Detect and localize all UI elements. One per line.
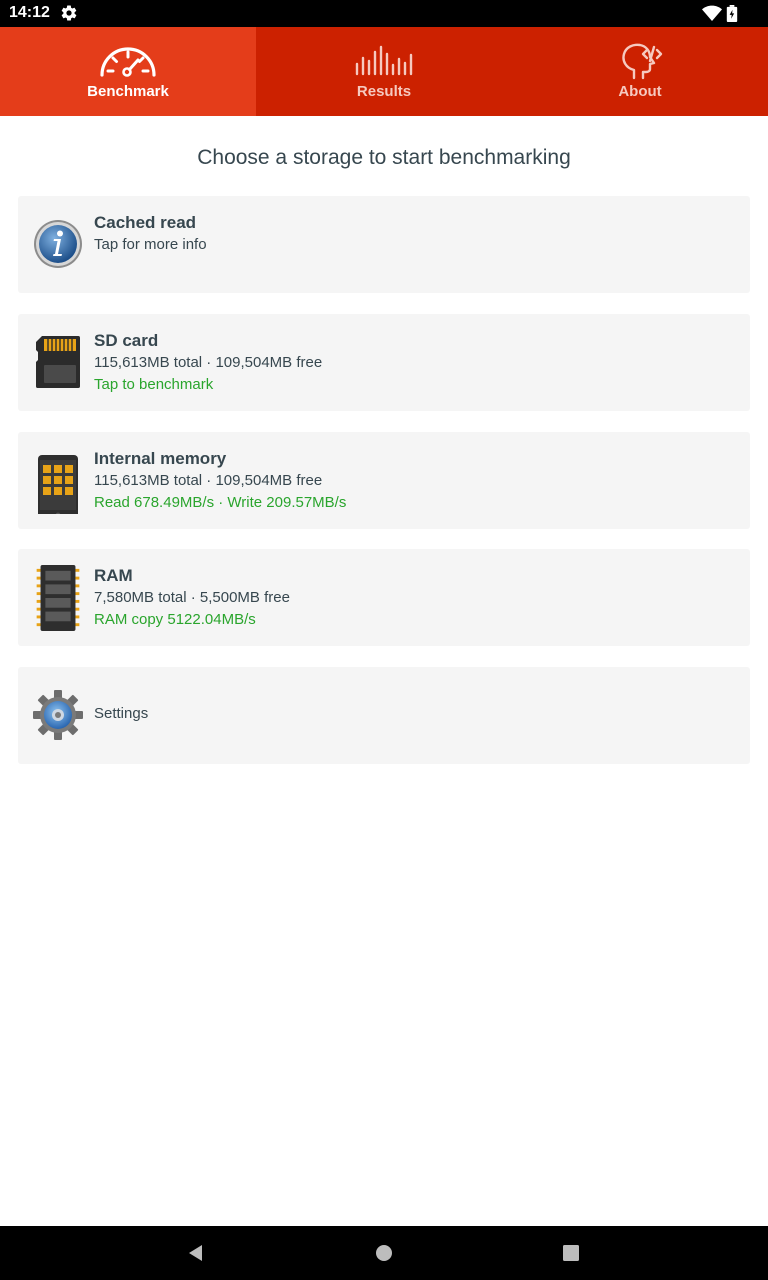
recents-icon (563, 1245, 579, 1261)
card-sd-card[interactable]: SD card 115,613MB total · 109,504MB free… (18, 314, 750, 411)
tab-benchmark[interactable]: Benchmark (0, 27, 256, 116)
card-title: Internal memory (94, 449, 227, 468)
card-settings[interactable]: Settings (18, 667, 750, 764)
tab-label: Benchmark (87, 83, 169, 100)
card-text: RAM 7,580MB total · 5,500MB free RAM cop… (94, 565, 740, 631)
settings-status-icon (61, 5, 77, 21)
card-internal-memory[interactable]: Internal memory 115,613MB total · 109,50… (18, 432, 750, 529)
phone-memory-icon (38, 455, 78, 514)
card-text: Cached read Tap for more info (94, 212, 740, 256)
card-text: Internal memory 115,613MB total · 109,50… (94, 448, 740, 514)
ram-chip-icon (36, 565, 80, 631)
back-icon (189, 1245, 202, 1261)
bar-chart-icon (355, 45, 413, 76)
tab-about[interactable]: About (512, 27, 768, 116)
navigation-bar (0, 1226, 768, 1280)
battery-icon (726, 5, 738, 22)
sd-card-icon (36, 336, 80, 388)
card-subtitle: Tap for more info (94, 236, 207, 253)
tab-bar: Benchmark Results About (0, 27, 768, 116)
card-text: SD card 115,613MB total · 109,504MB free… (94, 330, 740, 396)
head-code-icon (622, 43, 663, 80)
card-status: Tap to benchmark (94, 376, 214, 393)
page-heading: Choose a storage to start benchmarking (197, 146, 571, 169)
tab-label: Results (356, 83, 412, 100)
card-status: RAM copy 5122.04MB/s (94, 611, 256, 628)
settings-gear-icon (33, 690, 83, 740)
tab-results[interactable]: Results (256, 27, 512, 116)
back-button[interactable] (166, 1226, 226, 1280)
card-subtitle: 7,580MB total · 5,500MB free (94, 589, 290, 606)
card-status: Read 678.49MB/s · Write 209.57MB/s (94, 494, 347, 511)
info-icon (34, 220, 82, 268)
wifi-icon (702, 5, 722, 21)
card-ram[interactable]: RAM 7,580MB total · 5,500MB free RAM cop… (18, 549, 750, 646)
status-time: 14:12 (9, 4, 50, 21)
speedometer-icon (100, 47, 156, 77)
card-title: RAM (94, 566, 133, 585)
home-icon (376, 1245, 392, 1261)
card-subtitle: 115,613MB total · 109,504MB free (94, 354, 323, 371)
home-button[interactable] (354, 1226, 414, 1280)
card-subtitle: 115,613MB total · 109,504MB free (94, 472, 323, 489)
recents-button[interactable] (541, 1226, 601, 1280)
card-cached-read[interactable]: Cached read Tap for more info (18, 196, 750, 293)
card-title: Cached read (94, 213, 197, 232)
card-title: SD card (94, 331, 159, 350)
tab-label: About (618, 83, 662, 100)
settings-label: Settings (94, 705, 149, 722)
status-bar: 14:12 (0, 0, 768, 27)
